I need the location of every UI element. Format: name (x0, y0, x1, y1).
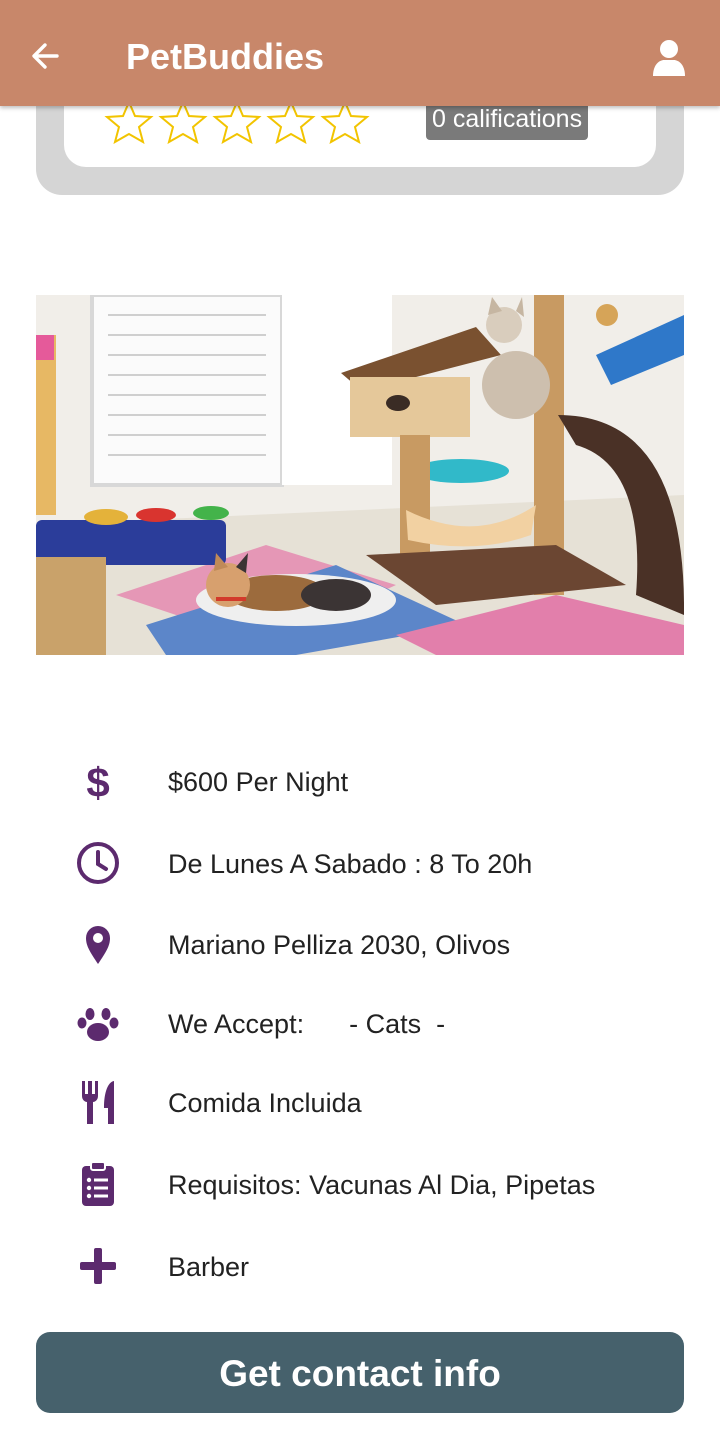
food-row: Comida Incluida (70, 1078, 690, 1128)
map-pin-icon (86, 926, 110, 964)
utensils-icon (82, 1081, 114, 1124)
app-bar: PetBuddies (0, 0, 720, 106)
dollar-icon: $ (86, 759, 109, 806)
star-icon (104, 100, 154, 144)
star-icon (212, 100, 262, 144)
svg-text:$: $ (86, 759, 109, 806)
requirements-row: Requisitos: Vacunas Al Dia, Pipetas (70, 1160, 690, 1210)
paw-icon (77, 1008, 119, 1041)
user-icon[interactable] (650, 38, 688, 78)
accepts-text: We Accept: - Cats - (168, 1009, 446, 1039)
clock-icon (77, 842, 119, 884)
price-row: $ $600 Per Night (70, 757, 690, 807)
extra-service-text: Barber (168, 1252, 250, 1282)
extra-service-row: Barber (70, 1242, 690, 1292)
get-contact-info-button[interactable]: Get contact info (36, 1332, 684, 1413)
address-text: Mariano Pelliza 2030, Olivos (168, 930, 511, 960)
arrow-left-icon[interactable] (26, 36, 66, 76)
califications-badge: 0 califications (426, 100, 589, 140)
schedule-text: De Lunes A Sabado : 8 To 20h (168, 849, 533, 879)
requirements-text: Requisitos: Vacunas Al Dia, Pipetas (168, 1170, 596, 1200)
star-icon (266, 100, 316, 144)
price-text: $600 Per Night (168, 767, 349, 797)
address-row: Mariano Pelliza 2030, Olivos (70, 920, 690, 970)
plus-icon (80, 1248, 116, 1284)
star-icon (320, 100, 370, 144)
clipboard-list-icon (82, 1161, 114, 1206)
food-text: Comida Incluida (168, 1088, 362, 1118)
accepts-row: We Accept: - Cats - (70, 999, 690, 1049)
schedule-row: De Lunes A Sabado : 8 To 20h (70, 839, 690, 889)
cat-room-image (36, 295, 684, 655)
star-icon (158, 100, 208, 144)
rating-stars (104, 100, 372, 144)
hotel-photo (36, 295, 684, 655)
app-title: PetBuddies (126, 36, 325, 77)
